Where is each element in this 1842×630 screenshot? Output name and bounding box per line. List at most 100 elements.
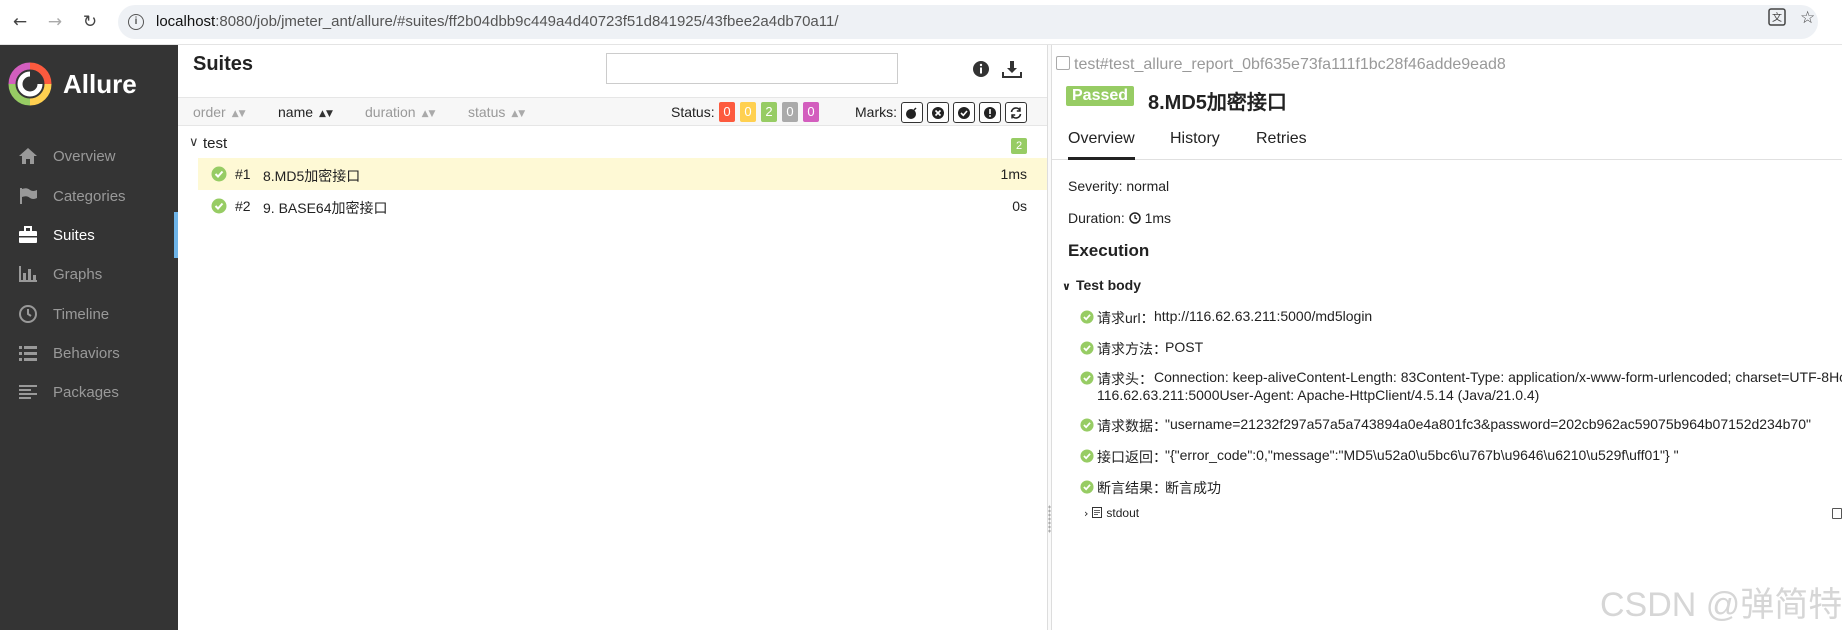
sidebar-item-label: Graphs bbox=[53, 265, 103, 283]
stdout-label: stdout bbox=[1106, 506, 1140, 520]
sort-order[interactable]: order ▲▼ bbox=[193, 104, 246, 120]
home-icon bbox=[17, 145, 39, 167]
passed-check-icon bbox=[1080, 341, 1094, 355]
sort-icon: ▲▼ bbox=[319, 109, 333, 119]
test-row[interactable]: #2 9. BASE64加密接口 0s bbox=[198, 190, 1047, 222]
flag-icon bbox=[17, 185, 39, 207]
url-host: localhost bbox=[156, 13, 216, 30]
tree-header: order ▲▼ name ▲▼ duration ▲▼ status ▲▼ Statu… bbox=[178, 97, 1047, 126]
retries-icon[interactable] bbox=[1005, 102, 1027, 123]
sidebar-item-label: Packages bbox=[53, 383, 119, 401]
step-label: 请求头： bbox=[1097, 371, 1153, 387]
sidebar-item-label: Suites bbox=[53, 226, 95, 244]
back-arrow-icon[interactable]: ← bbox=[9, 11, 31, 33]
test-duration: 0s bbox=[1012, 198, 1027, 214]
flaky-bomb-icon[interactable] bbox=[901, 102, 923, 123]
column-label: order bbox=[193, 104, 226, 120]
duration-label: Duration: bbox=[1068, 210, 1125, 226]
sidebar-item-label: Timeline bbox=[53, 305, 110, 323]
clock-icon bbox=[1128, 212, 1141, 224]
status-badge: Passed bbox=[1066, 86, 1135, 106]
sidebar-item-label: Behaviors bbox=[53, 344, 120, 362]
sidebar: Allure Overview Categories Suites Graphs… bbox=[0, 45, 178, 630]
info-icon[interactable] bbox=[970, 58, 992, 80]
status-broken-toggle[interactable]: 0 bbox=[740, 102, 756, 122]
test-order: #1 bbox=[235, 166, 251, 182]
step-value: POST bbox=[1165, 339, 1204, 355]
passed-check-icon bbox=[211, 166, 227, 182]
translate-icon[interactable]: 文 bbox=[1768, 8, 1786, 31]
allure-report-window: { "browser": { "url_host": "localhost", … bbox=[0, 0, 1842, 630]
tree-group-test[interactable]: ∨ test 2 bbox=[178, 128, 1047, 158]
chevron-right-icon: › bbox=[1084, 507, 1089, 520]
sort-name[interactable]: name ▲▼ bbox=[278, 104, 333, 120]
stdout-attachment[interactable]: › stdout bbox=[1084, 506, 1139, 520]
test-duration: 1ms bbox=[1000, 166, 1027, 182]
splitter-grip-icon[interactable] bbox=[1048, 505, 1051, 533]
allure-logo-icon bbox=[8, 62, 52, 106]
address-bar[interactable]: i localhost:8080/job/jmeter_ant/allure/#… bbox=[118, 5, 1818, 39]
forward-arrow-icon[interactable]: → bbox=[44, 11, 66, 33]
status-passed-toggle[interactable]: 2 bbox=[761, 102, 777, 122]
search-input[interactable] bbox=[606, 53, 898, 84]
passed-check-icon bbox=[1080, 418, 1094, 432]
new-failed-icon[interactable] bbox=[927, 102, 949, 123]
marks-filter-label: Marks: bbox=[855, 104, 897, 120]
duration-row: Duration: 1ms bbox=[1068, 210, 1171, 226]
test-name: 8.MD5加密接口 bbox=[263, 168, 361, 184]
page-title: Suites bbox=[193, 53, 254, 75]
align-left-icon bbox=[17, 381, 39, 403]
sort-status[interactable]: status ▲▼ bbox=[468, 104, 525, 120]
step-value: 断言成功 bbox=[1165, 480, 1221, 496]
breadcrumb-text: test#test_allure_report_0bf635e73fa111f1… bbox=[1074, 56, 1506, 73]
sidebar-item-label: Overview bbox=[53, 147, 116, 165]
list-icon bbox=[17, 342, 39, 364]
tab-history[interactable]: History bbox=[1170, 130, 1220, 148]
copy-icon[interactable] bbox=[1056, 56, 1070, 70]
duration-value: 1ms bbox=[1144, 210, 1172, 226]
status-filter-label: Status: bbox=[671, 104, 715, 120]
chevron-down-icon[interactable]: ∨ bbox=[189, 135, 199, 150]
reload-icon[interactable]: ↻ bbox=[79, 11, 101, 33]
group-name: test bbox=[203, 135, 228, 152]
sidebar-item-packages[interactable]: Packages bbox=[0, 369, 178, 415]
site-info-icon[interactable]: i bbox=[128, 14, 144, 30]
test-title: 8.MD5加密接口 bbox=[1148, 92, 1287, 114]
group-count-badge: 2 bbox=[1011, 138, 1027, 154]
step-label: 请求方法： bbox=[1097, 341, 1167, 357]
step-value-continued: 116.62.63.211:5000User-Agent: Apache-Htt… bbox=[1097, 387, 1540, 403]
tab-overview[interactable]: Overview bbox=[1068, 130, 1135, 160]
test-name: 9. BASE64加密接口 bbox=[263, 200, 388, 216]
briefcase-icon bbox=[17, 224, 39, 246]
step-value: "{"error_code":0,"message":"MD5\u52a0\u5… bbox=[1165, 447, 1679, 463]
severity-row: Severity: normal bbox=[1068, 178, 1169, 194]
test-row[interactable]: #1 8.MD5加密接口 1ms bbox=[198, 158, 1047, 190]
download-icon[interactable] bbox=[1001, 58, 1023, 80]
chevron-down-icon: ∨ bbox=[1062, 280, 1071, 293]
new-broken-icon[interactable] bbox=[979, 102, 1001, 123]
test-body-toggle[interactable]: ∨ Test body bbox=[1062, 277, 1141, 293]
browser-toolbar: ← → ↻ i localhost:8080/job/jmeter_ant/al… bbox=[0, 0, 1842, 45]
status-unknown-toggle[interactable]: 0 bbox=[803, 102, 819, 122]
sort-duration[interactable]: duration ▲▼ bbox=[365, 104, 435, 120]
new-passed-icon[interactable] bbox=[953, 102, 975, 123]
status-failed-toggle[interactable]: 0 bbox=[719, 102, 735, 122]
passed-check-icon bbox=[1080, 449, 1094, 463]
passed-check-icon bbox=[1080, 480, 1094, 494]
save-attachment-icon[interactable] bbox=[1832, 508, 1842, 519]
clock-icon bbox=[17, 303, 39, 325]
severity-label: Severity: bbox=[1068, 178, 1123, 194]
passed-check-icon bbox=[1080, 310, 1094, 324]
bar-chart-icon bbox=[17, 263, 39, 285]
breadcrumb[interactable]: test#test_allure_report_0bf635e73fa111f1… bbox=[1056, 56, 1506, 74]
url-text[interactable]: localhost:8080/job/jmeter_ant/allure/#su… bbox=[156, 13, 839, 30]
file-text-icon bbox=[1092, 507, 1103, 518]
sort-icon: ▲▼ bbox=[231, 109, 246, 119]
status-skipped-toggle[interactable]: 0 bbox=[782, 102, 798, 122]
step-label: 接口返回： bbox=[1097, 449, 1167, 465]
brand-name[interactable]: Allure bbox=[63, 69, 137, 100]
bookmark-star-icon[interactable]: ☆ bbox=[1800, 8, 1815, 28]
tab-retries[interactable]: Retries bbox=[1256, 130, 1307, 148]
step-label: 请求数据： bbox=[1097, 418, 1167, 434]
step-value: Connection: keep-aliveContent-Length: 83… bbox=[1154, 369, 1842, 385]
